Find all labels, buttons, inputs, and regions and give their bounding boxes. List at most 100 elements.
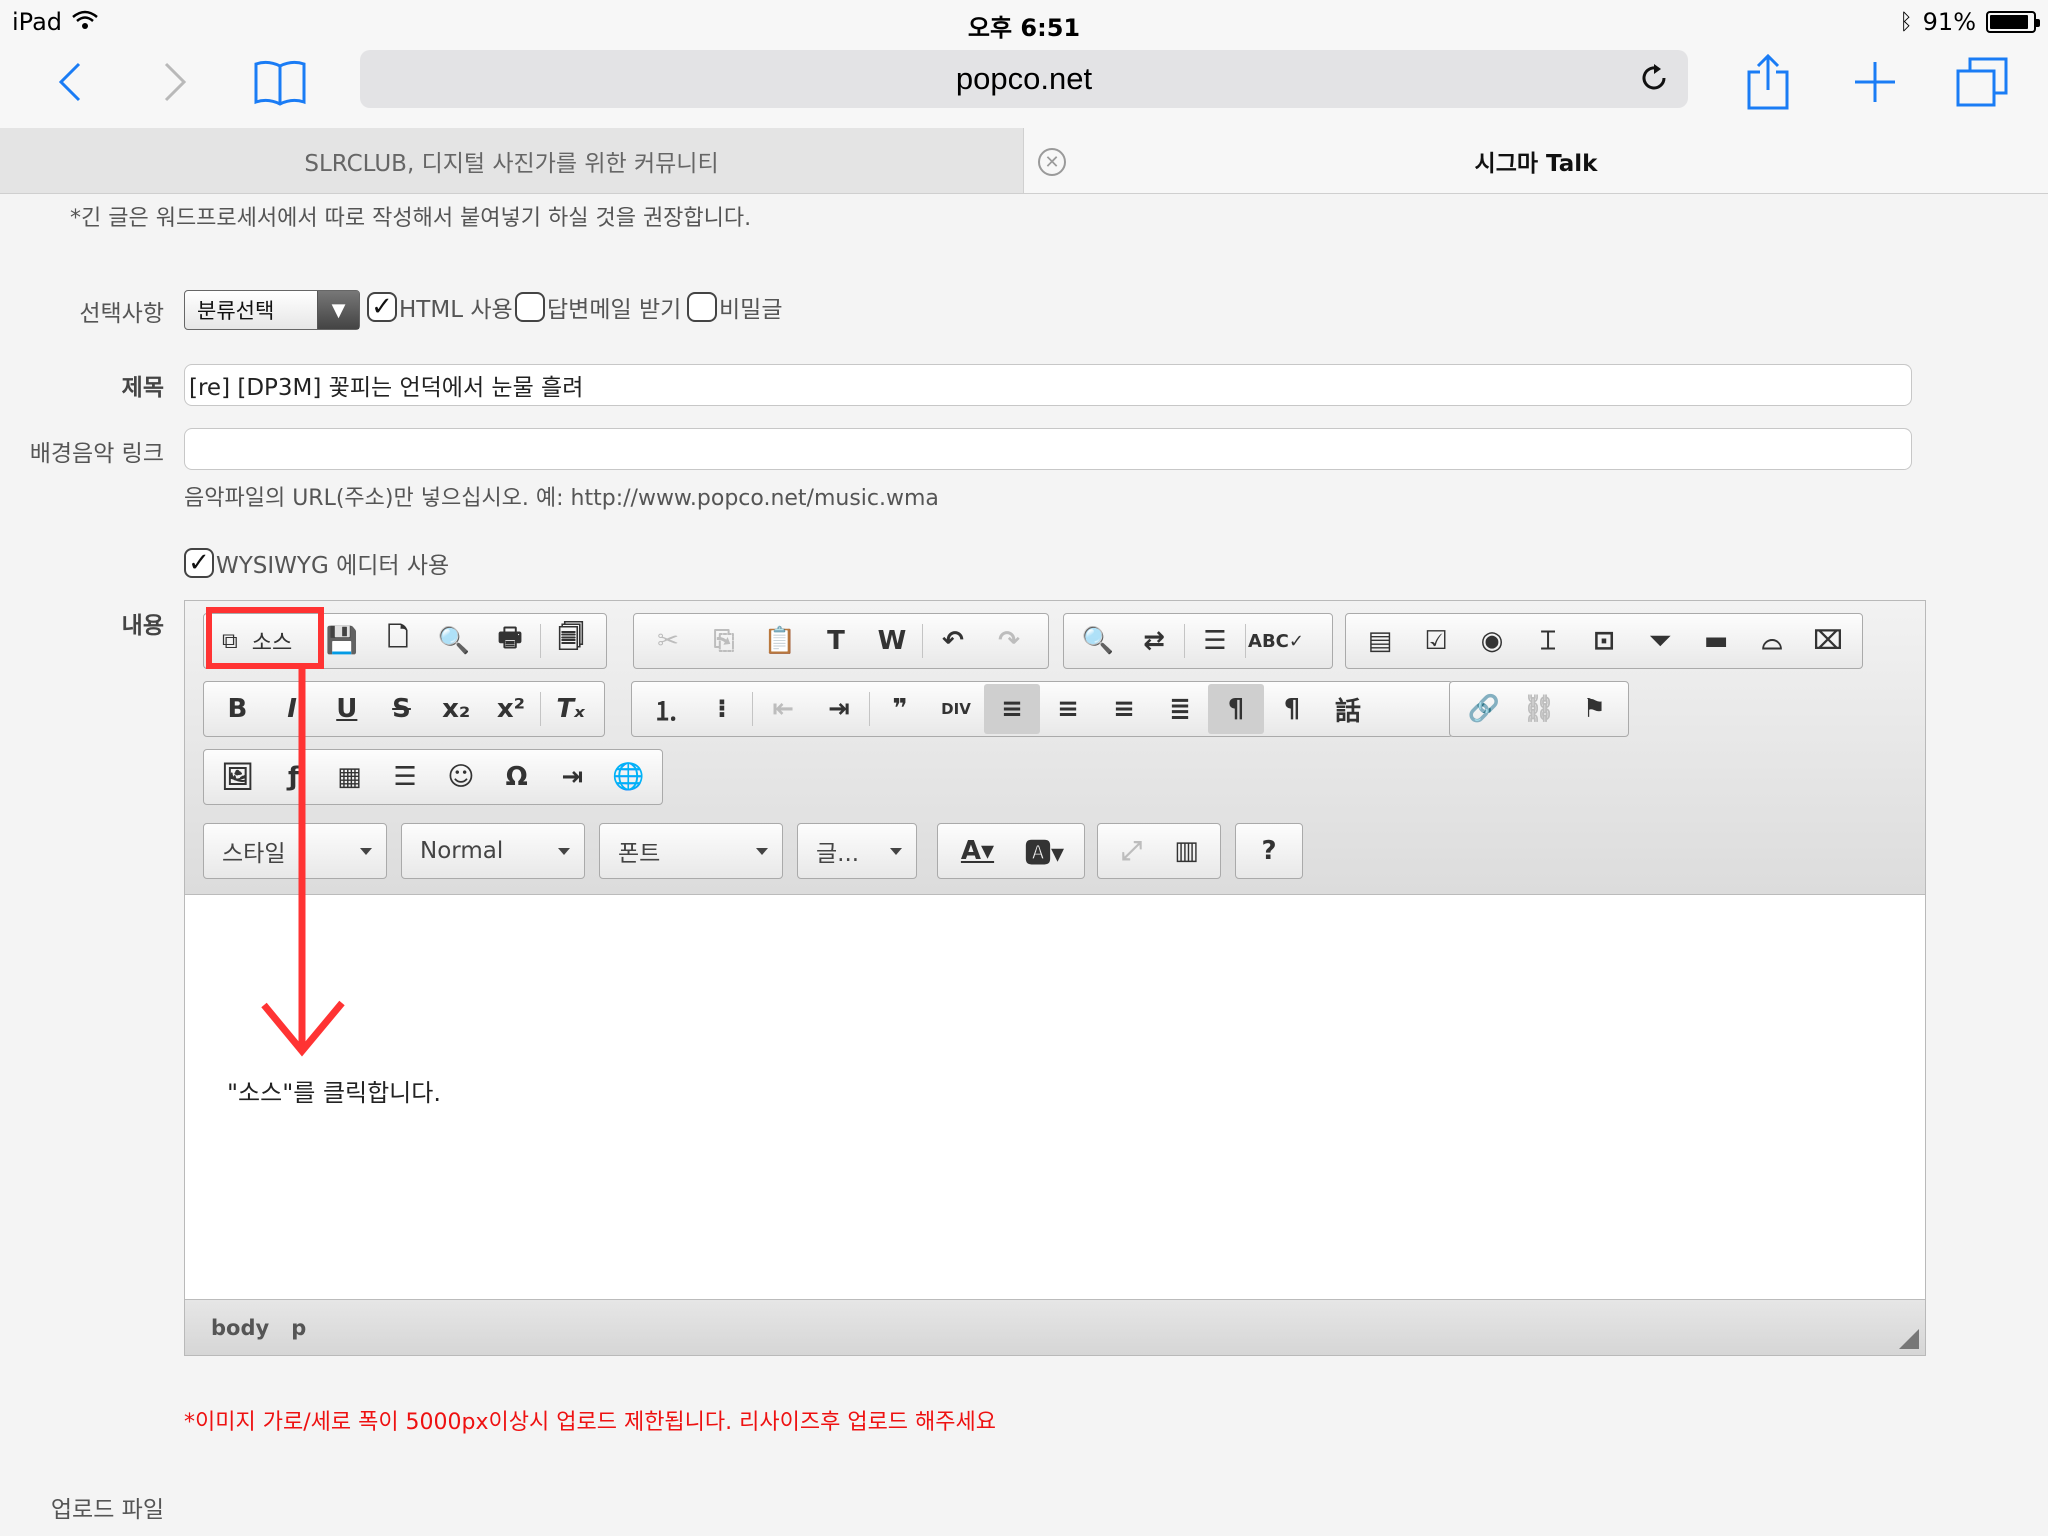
paste-text-icon[interactable]: T (808, 616, 864, 666)
unlink-icon[interactable]: ⛓ (1511, 684, 1566, 734)
help-icon[interactable]: ? (1242, 826, 1296, 876)
page-break-icon[interactable]: ⇥ (545, 752, 601, 802)
text-field-icon[interactable]: ⌶ (1520, 616, 1576, 666)
title-input-value: [re] [DP3M] 꽃피는 언덕에서 눈물 흘려 (189, 375, 584, 401)
hidden-field-icon[interactable]: ⌧ (1800, 616, 1856, 666)
redo-icon[interactable]: ↷ (981, 616, 1037, 666)
size-combo[interactable]: 글... (797, 823, 917, 879)
bulleted-list-icon[interactable]: ⁝ (694, 684, 750, 734)
align-left-icon[interactable]: ≡ (984, 684, 1040, 734)
rtl-icon[interactable]: ¶ (1264, 684, 1320, 734)
text-color-icon[interactable]: A▾ (944, 826, 1011, 876)
chevron-left-icon (58, 62, 81, 102)
language-icon[interactable]: 話 (1320, 684, 1376, 734)
title-input[interactable]: [re] [DP3M] 꽃피는 언덕에서 눈물 흘려 (184, 364, 1912, 406)
paste-icon[interactable]: 📋 (752, 616, 808, 666)
indent-icon[interactable]: ⇥ (811, 684, 867, 734)
html-checkbox[interactable]: ✓ HTML 사용 (367, 290, 513, 324)
ltr-icon[interactable]: ¶ (1208, 684, 1264, 734)
font-combo[interactable]: 폰트 (599, 823, 783, 879)
find-icon[interactable]: 🔍 (1070, 616, 1126, 666)
subscript-icon[interactable]: x₂ (429, 684, 484, 734)
replace-icon[interactable]: ⇄ (1126, 616, 1182, 666)
iframe-globe-icon[interactable]: 🌐 (600, 752, 656, 802)
wysiwyg-checkbox[interactable]: ✓ WYSIWYG 에디터 사용 (184, 546, 449, 580)
maximize-icon[interactable]: ⤢ (1104, 826, 1159, 876)
textarea-icon[interactable]: ⊡ (1576, 616, 1632, 666)
tab-sigma-talk[interactable]: 시그마 Talk (1024, 128, 2048, 193)
editor-body-text: "소스"를 클릭합니다. (227, 1079, 441, 1107)
tabs-button[interactable] (1952, 52, 2012, 112)
format-combo[interactable]: Normal (401, 823, 585, 879)
close-tab-icon[interactable]: ✕ (1038, 148, 1066, 176)
strikethrough-icon[interactable]: S (374, 684, 429, 734)
reply-mail-checkbox[interactable]: 답변메일 받기 (515, 290, 681, 324)
back-button[interactable] (40, 52, 100, 112)
options-label: 선택사항 (79, 301, 164, 327)
annotation-arrow-icon (261, 669, 345, 1057)
cut-icon[interactable]: ✂ (640, 616, 696, 666)
wysiwyg-editor: ⧉ 소스 💾 🗋 🔍 🖶 🗐 ✂ ⎘ 📋 T W ↶ ↷ 🔍 ⇄ ☰ ABC✓ … (184, 600, 1926, 1356)
checkbox-icon[interactable]: ☑ (1408, 616, 1464, 666)
select-field-icon[interactable]: ⏷ (1632, 616, 1688, 666)
upload-label: 업로드 파일 (50, 1497, 164, 1523)
remove-format-icon[interactable]: Tₓ (543, 684, 598, 734)
help-toolbar-group: ? (1235, 823, 1303, 879)
paste-word-icon[interactable]: W (864, 616, 920, 666)
preview-icon[interactable]: 🔍 (426, 616, 482, 666)
tab-bar: SLRCLUB, 디지털 사진가를 위한 커뮤니티 시그마 Talk (0, 128, 2048, 194)
blockquote-icon[interactable]: ❞ (872, 684, 928, 734)
background-color-icon[interactable]: 🅰▾ (1011, 826, 1078, 876)
undo-icon[interactable]: ↶ (925, 616, 981, 666)
secret-checkbox[interactable]: 비밀글 (687, 290, 782, 324)
numbered-list-icon[interactable]: ⒈ (638, 684, 694, 734)
tab-slrclub[interactable]: SLRCLUB, 디지털 사진가를 위한 커뮤니티 (0, 128, 1024, 193)
path-body[interactable]: body (211, 1316, 269, 1340)
form-icon[interactable]: ▤ (1352, 616, 1408, 666)
reply-mail-label: 답변메일 받기 (547, 297, 682, 323)
superscript-icon[interactable]: x² (484, 684, 539, 734)
smiley-icon[interactable]: ☺ (433, 752, 489, 802)
category-select[interactable]: 분류선택 ▼ (184, 290, 360, 330)
dropdown-arrow-icon: ▼ (317, 291, 359, 329)
templates-icon[interactable]: 🗐 (543, 616, 599, 666)
url-text: popco.net (955, 61, 1093, 96)
share-icon (1747, 54, 1789, 110)
content-label: 내용 (121, 613, 164, 639)
copy-icon[interactable]: ⎘ (696, 616, 752, 666)
bgm-input[interactable] (184, 428, 1912, 470)
new-tab-button[interactable] (1845, 52, 1905, 112)
path-p[interactable]: p (291, 1316, 306, 1340)
spellcheck-icon[interactable]: ABC✓ (1248, 616, 1304, 666)
div-icon[interactable]: DIV (928, 684, 984, 734)
tabs-icon (1956, 57, 2008, 107)
share-button[interactable] (1738, 52, 1798, 112)
bgm-label: 배경음악 링크 (29, 441, 164, 467)
caret-down-icon (890, 848, 902, 855)
select-all-icon[interactable]: ☰ (1187, 616, 1243, 666)
caret-down-icon (756, 848, 768, 855)
special-char-icon[interactable]: Ω (489, 752, 545, 802)
address-bar[interactable]: popco.net (360, 50, 1688, 108)
new-page-icon[interactable]: 🗋 (370, 616, 426, 666)
status-bar: iPad 오후 6:51 ᛒ 91% (0, 0, 2048, 42)
justify-icon[interactable]: ≣ (1152, 684, 1208, 734)
radio-icon[interactable]: ◉ (1464, 616, 1520, 666)
show-blocks-icon[interactable]: ▥ (1159, 826, 1214, 876)
print-icon[interactable]: 🖶 (482, 616, 538, 666)
editor-content-area[interactable]: "소스"를 클릭합니다. (185, 895, 1925, 1301)
upload-warning: *이미지 가로/세로 폭이 5000px이상시 업로드 제한됩니다. 리사이즈후… (184, 1410, 997, 1435)
image-button-icon[interactable]: ⌓ (1744, 616, 1800, 666)
align-center-icon[interactable]: ≡ (1040, 684, 1096, 734)
link-icon[interactable]: 🔗 (1456, 684, 1511, 734)
outdent-icon[interactable]: ⇤ (755, 684, 811, 734)
annotation-highlight-box (206, 607, 324, 669)
forward-button[interactable] (145, 52, 205, 112)
anchor-flag-icon[interactable]: ⚑ (1567, 684, 1622, 734)
align-right-icon[interactable]: ≡ (1096, 684, 1152, 734)
resize-handle-icon[interactable] (1899, 1329, 1919, 1349)
bookmarks-button[interactable] (250, 52, 310, 112)
button-field-icon[interactable]: ▬ (1688, 616, 1744, 666)
horizontal-rule-icon[interactable]: ☰ (377, 752, 433, 802)
reload-icon[interactable] (1638, 62, 1670, 102)
